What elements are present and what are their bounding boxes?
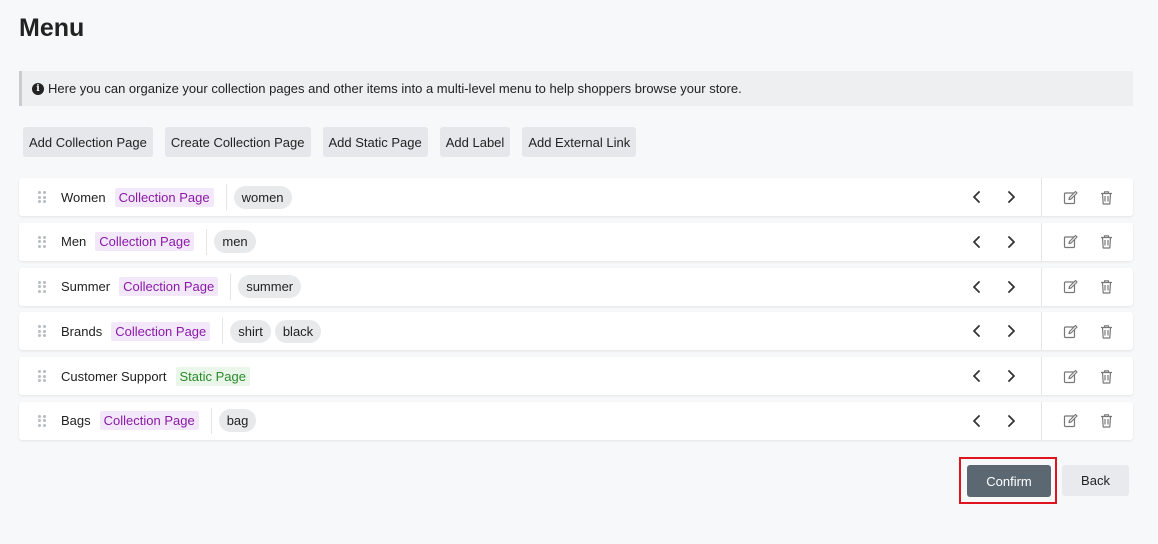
chevron-left-icon[interactable] [969,234,985,250]
tag-list: bag [218,409,257,433]
chevron-right-icon[interactable] [1003,413,1019,429]
item-type-badge: Collection Page [95,232,195,252]
edit-icon[interactable] [1062,279,1078,295]
confirm-button[interactable]: Confirm [967,465,1051,497]
edit-icon[interactable] [1062,368,1078,384]
indent-controls [969,178,1019,216]
drag-handle-icon[interactable] [38,325,46,338]
indent-controls [969,402,1019,440]
chevron-left-icon[interactable] [969,279,985,295]
drag-handle-icon[interactable] [38,414,46,427]
item-type-badge: Static Page [175,366,250,386]
back-button[interactable]: Back [1062,465,1129,496]
confirm-highlight: Confirm [959,457,1057,504]
drag-handle-icon[interactable] [38,370,46,383]
trash-icon[interactable] [1098,413,1114,429]
info-circle-icon: i [32,82,44,95]
trash-icon[interactable] [1098,368,1114,384]
add-external-link-button[interactable]: Add External Link [522,127,637,157]
chevron-right-icon[interactable] [1003,279,1019,295]
menu-item-row[interactable]: Women Collection Page women [19,178,1133,216]
tag-chip: men [214,230,256,254]
toolbar: Add Collection Page Create Collection Pa… [23,127,637,157]
chevron-right-icon[interactable] [1003,323,1019,339]
add-collection-page-button[interactable]: Add Collection Page [23,127,153,157]
menu-item-name: Women [61,189,106,205]
divider [225,184,227,210]
indent-controls [969,268,1019,306]
item-type-badge: Collection Page [99,411,199,431]
row-actions [1062,178,1114,216]
chevron-left-icon[interactable] [969,189,985,205]
divider [206,228,208,255]
menu-item-row[interactable]: Men Collection Page men [19,222,1133,261]
tag-chip: women [233,185,292,209]
create-collection-page-button[interactable]: Create Collection Page [164,127,311,157]
tag-list: men [214,230,256,254]
menu-item-row[interactable]: Bags Collection Page bag [19,401,1133,440]
drag-handle-icon[interactable] [38,235,46,248]
add-static-page-button[interactable]: Add Static Page [322,127,428,157]
divider [230,273,232,300]
trash-icon[interactable] [1098,189,1114,205]
edit-icon[interactable] [1062,323,1078,339]
chevron-right-icon[interactable] [1003,189,1019,205]
drag-handle-icon[interactable] [38,280,46,293]
row-actions [1062,402,1114,440]
menu-item-row[interactable]: Customer Support Static Page [19,357,1133,396]
chevron-right-icon[interactable] [1003,368,1019,384]
tag-chip: bag [218,409,257,433]
divider [1041,312,1042,351]
divider [1041,222,1042,261]
menu-item-name: Bags [61,413,91,429]
edit-icon[interactable] [1062,234,1078,250]
divider [210,407,212,434]
chevron-right-icon[interactable] [1003,234,1019,250]
page-title: Menu [19,14,85,42]
tag-chip: summer [238,275,302,299]
item-type-badge: Collection Page [111,321,211,341]
trash-icon[interactable] [1098,323,1114,339]
edit-icon[interactable] [1062,413,1078,429]
tag-list: summer [238,275,302,299]
trash-icon[interactable] [1098,234,1114,250]
divider [1041,267,1042,306]
divider [222,318,224,345]
menu-item-row[interactable]: Brands Collection Page shirt black [19,312,1133,351]
menu-item-row[interactable]: Summer Collection Page summer [19,267,1133,306]
tag-list: shirt black [230,319,322,343]
divider [1041,178,1042,216]
trash-icon[interactable] [1098,279,1114,295]
add-label-button[interactable]: Add Label [439,127,511,157]
item-type-badge: Collection Page [114,187,214,207]
row-actions [1062,268,1114,306]
info-text: Here you can organize your collection pa… [48,81,742,96]
tag-chip: shirt [230,319,271,343]
tag-chip: black [274,319,322,343]
indent-controls [969,357,1019,395]
menu-item-list: Women Collection Page women Men Collection P… [19,178,1133,447]
indent-controls [969,312,1019,350]
chevron-left-icon[interactable] [969,323,985,339]
divider [1041,401,1042,440]
row-actions [1062,223,1114,261]
menu-item-name: Customer Support [61,368,167,384]
item-type-badge: Collection Page [119,277,219,297]
drag-handle-icon[interactable] [38,191,46,203]
row-actions [1062,312,1114,350]
info-banner: i Here you can organize your collection … [19,71,1133,106]
chevron-left-icon[interactable] [969,368,985,384]
menu-item-name: Men [61,234,87,250]
menu-item-name: Summer [61,279,111,295]
chevron-left-icon[interactable] [969,413,985,429]
tag-list: women [233,185,292,209]
menu-item-name: Brands [61,323,103,339]
row-actions [1062,357,1114,395]
edit-icon[interactable] [1062,189,1078,205]
divider [1041,357,1042,396]
indent-controls [969,223,1019,261]
